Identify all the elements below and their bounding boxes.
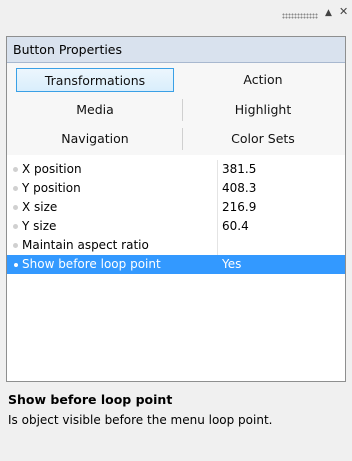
column-divider — [217, 198, 218, 217]
property-row-maintain-aspect-ratio[interactable]: Maintain aspect ratio — [7, 236, 345, 255]
property-name: Y size — [22, 219, 57, 233]
tab-navigation[interactable]: Navigation — [16, 127, 174, 151]
tab-action[interactable]: Action — [184, 68, 342, 92]
bullet-icon — [13, 186, 18, 191]
tab-divider — [182, 99, 183, 121]
property-value[interactable]: 408.3 — [222, 179, 256, 198]
property-row-x-position[interactable]: X position 381.5 — [7, 160, 345, 179]
panel-title: Button Properties — [7, 37, 345, 63]
property-row-y-size[interactable]: Y size 60.4 — [7, 217, 345, 236]
bullet-icon — [13, 224, 18, 229]
bullet-icon — [13, 167, 18, 172]
tab-strip: Transformations Action Media Highlight N… — [7, 63, 345, 155]
column-divider — [217, 160, 218, 179]
bullet-icon — [13, 262, 19, 268]
window-titlebar: ▲ ✕ — [0, 0, 352, 36]
tab-media[interactable]: Media — [16, 98, 174, 122]
property-name: X size — [22, 200, 58, 214]
tab-highlight[interactable]: Highlight — [184, 98, 342, 122]
property-row-show-before-loop-point[interactable]: Show before loop point Yes — [7, 255, 345, 274]
property-value[interactable]: 216.9 — [222, 198, 256, 217]
column-divider — [217, 236, 218, 255]
property-row-y-position[interactable]: Y position 408.3 — [7, 179, 345, 198]
property-name: Maintain aspect ratio — [22, 238, 149, 252]
column-divider — [217, 217, 218, 236]
close-icon[interactable]: ✕ — [339, 6, 348, 18]
bullet-icon — [13, 243, 18, 248]
drag-grip-icon[interactable] — [282, 13, 318, 19]
property-name: Y position — [22, 181, 81, 195]
bullet-icon — [13, 205, 18, 210]
description-title: Show before loop point — [8, 392, 173, 407]
pin-icon[interactable]: ▲ — [325, 7, 332, 19]
property-value[interactable]: 381.5 — [222, 160, 256, 179]
property-row-x-size[interactable]: X size 216.9 — [7, 198, 345, 217]
properties-panel: Button Properties Transformations Action… — [6, 36, 346, 382]
tab-transformations[interactable]: Transformations — [16, 68, 174, 92]
tab-color-sets[interactable]: Color Sets — [184, 127, 342, 151]
tab-divider — [182, 128, 183, 150]
property-name: Show before loop point — [22, 257, 161, 271]
column-divider — [217, 179, 218, 198]
property-value[interactable]: 60.4 — [222, 217, 249, 236]
property-value[interactable]: Yes — [222, 255, 241, 274]
description-text: Is object visible before the menu loop p… — [8, 413, 273, 427]
property-name: X position — [22, 162, 82, 176]
description-pane: Show before loop point Is object visible… — [6, 392, 346, 427]
